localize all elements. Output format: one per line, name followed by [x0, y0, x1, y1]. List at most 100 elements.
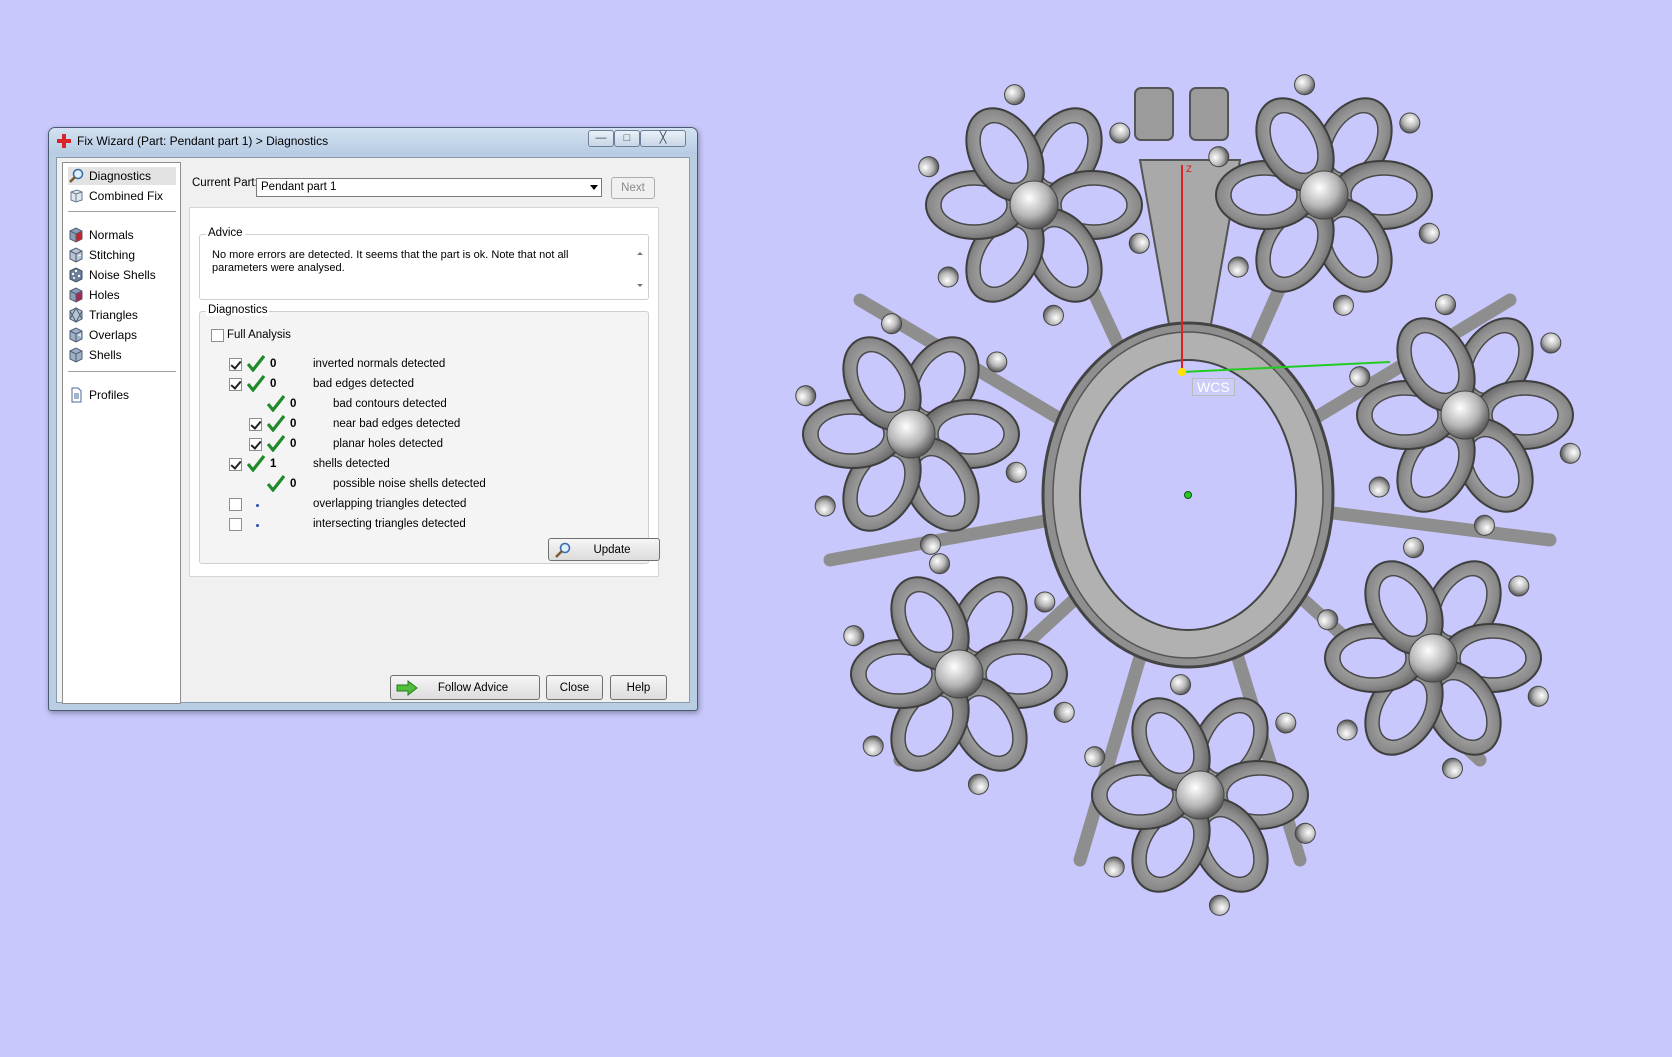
nav-item-label: Triangles: [89, 308, 138, 322]
prong-bead: [918, 156, 940, 178]
cube-triangle-icon: [68, 307, 84, 323]
nav-item-triangles[interactable]: Triangles: [68, 306, 176, 324]
nav-item-holes[interactable]: Holes: [68, 286, 176, 304]
flower: [1208, 74, 1440, 316]
row-checkbox[interactable]: [249, 438, 262, 451]
prong-bead: [843, 625, 865, 647]
prong-bead: [862, 735, 884, 757]
prong-bead: [1053, 701, 1075, 723]
nav-item-overlaps[interactable]: Overlaps: [68, 326, 176, 344]
nav-item-normals[interactable]: Normals: [68, 226, 176, 244]
nav-item-label: Shells: [89, 348, 122, 362]
row-checkbox[interactable]: [229, 518, 242, 531]
arrow-right-icon: [396, 680, 418, 696]
minimize-button[interactable]: —: [588, 130, 614, 147]
row-text: inverted normals detected: [313, 358, 446, 370]
follow-advice-label: Follow Advice: [437, 681, 509, 694]
prong-bead: [1332, 294, 1354, 316]
magnifier-icon: [68, 168, 84, 184]
nav-item-label: Stitching: [89, 248, 136, 262]
prong-bead: [1042, 304, 1064, 326]
row-checkbox[interactable]: [249, 418, 262, 431]
prong-bead: [814, 495, 836, 517]
pending-dot-icon: [256, 524, 259, 527]
cube-noise-icon: [68, 267, 84, 283]
maximize-button[interactable]: □: [614, 130, 640, 147]
cube-hole-icon: [68, 287, 84, 303]
close-window-button[interactable]: ╳: [640, 130, 686, 147]
flower-center-ball: [1009, 180, 1059, 230]
prong-bead: [1418, 222, 1440, 244]
flower-center-ball: [1440, 390, 1490, 440]
main-panel: Advice No more errors are detected. It s…: [189, 207, 660, 577]
prong-bead: [1403, 537, 1425, 559]
cubes-icon: [68, 188, 84, 204]
row-count: 1: [270, 458, 277, 470]
row-text: near bad edges detected: [333, 418, 461, 430]
nav-item-profiles[interactable]: Profiles: [68, 386, 176, 404]
follow-advice-button[interactable]: Follow Advice: [390, 675, 540, 700]
prong-bead: [1527, 685, 1549, 707]
help-button[interactable]: Help: [610, 675, 667, 700]
nav-item-label: Profiles: [89, 388, 130, 402]
window-title: Fix Wizard (Part: Pendant part 1) > Diag…: [77, 134, 329, 148]
prong-bead: [1441, 757, 1463, 779]
prong-bead: [1227, 256, 1249, 278]
flower-center-ball: [934, 649, 984, 699]
row-text: possible noise shells detected: [333, 478, 486, 490]
flower: [795, 313, 1027, 555]
row-checkbox[interactable]: [229, 498, 242, 511]
row-count: 0: [290, 418, 297, 430]
nav-item-diagnostics[interactable]: Diagnostics: [68, 167, 176, 185]
cube-red-icon: [68, 227, 84, 243]
wcs-label: WCS: [1192, 378, 1235, 396]
wizard-nav: Diagnostics Combined Fix Normals Stitchi: [62, 162, 181, 704]
nav-item-shells[interactable]: Shells: [68, 346, 176, 364]
diagnostics-group: Diagnostics Full Analysis 0 inverted nor…: [199, 304, 660, 564]
nav-separator: [68, 211, 176, 212]
checkmark-icon: [267, 415, 285, 432]
flower-center-ball: [1175, 770, 1225, 820]
title-bar[interactable]: Fix Wizard (Part: Pendant part 1) > Diag…: [49, 128, 697, 154]
row-checkbox[interactable]: [229, 358, 242, 371]
row-checkbox[interactable]: [229, 458, 242, 471]
close-button[interactable]: Close: [546, 675, 603, 700]
checkmark-icon: [247, 375, 265, 392]
flower-center-ball: [1408, 633, 1458, 683]
update-label: Update: [593, 543, 631, 556]
checkmark-icon: [247, 355, 265, 372]
current-part-select[interactable]: Pendant part 1: [256, 178, 602, 197]
next-button[interactable]: Next: [611, 177, 655, 199]
full-analysis-checkbox[interactable]: [211, 329, 224, 342]
row-count: 0: [290, 398, 297, 410]
nav-item-label: Combined Fix: [89, 189, 164, 203]
pendant-model: z: [795, 74, 1581, 916]
nav-item-label: Holes: [89, 288, 120, 302]
model-viewport[interactable]: z: [735, 40, 1655, 980]
magnifier-icon: [555, 542, 571, 558]
prong-bead: [1208, 894, 1230, 916]
prong-bead: [1294, 74, 1316, 96]
row-text: overlapping triangles detected: [313, 498, 467, 510]
nav-item-label: Diagnostics: [89, 169, 152, 183]
advice-scrollbar[interactable]: [633, 247, 647, 291]
row-count: 0: [290, 438, 297, 450]
current-part-label: Current Part:: [192, 177, 258, 189]
nav-item-stitching[interactable]: Stitching: [68, 246, 176, 264]
row-text: bad contours detected: [333, 398, 447, 410]
row-checkbox[interactable]: [229, 378, 242, 391]
prong-bead: [1336, 719, 1358, 741]
full-analysis-label: Full Analysis: [227, 329, 291, 341]
prong-bead: [929, 553, 951, 575]
update-button[interactable]: Update: [548, 538, 660, 561]
flower: [843, 553, 1075, 795]
prong-bead: [1368, 476, 1390, 498]
nav-item-combined-fix[interactable]: Combined Fix: [68, 187, 176, 205]
prong-bead: [1275, 712, 1297, 734]
prong-bead: [795, 385, 817, 407]
flower: [1084, 674, 1316, 916]
prong-bead: [1004, 84, 1026, 106]
nav-item-noise-shells[interactable]: Noise Shells: [68, 266, 176, 284]
z-axis-label: z: [1186, 161, 1192, 175]
row-text: shells detected: [313, 458, 390, 470]
